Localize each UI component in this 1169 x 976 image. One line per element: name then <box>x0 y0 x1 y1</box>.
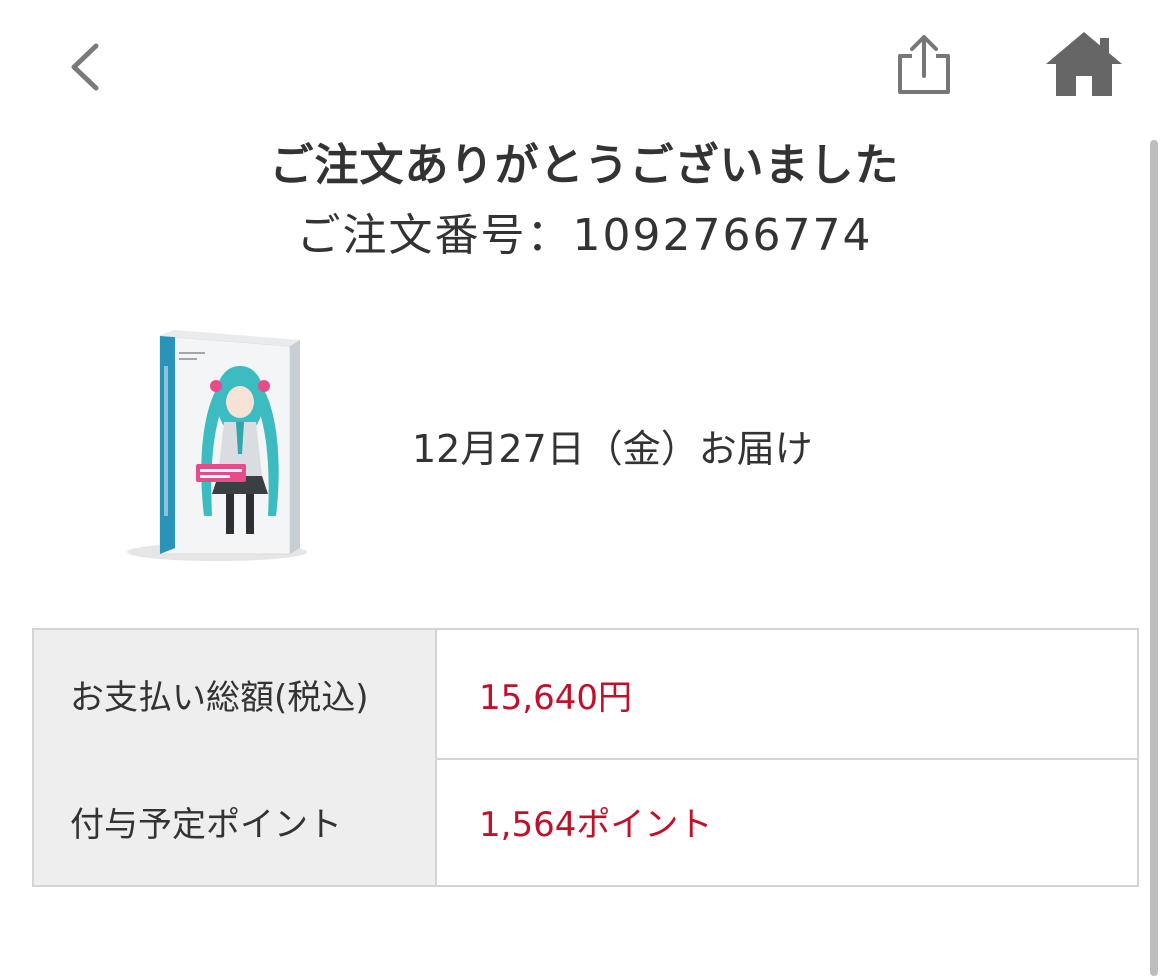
order-summary-table: お支払い総額(税込) 15,640円 付与予定ポイント 1,564ポイント <box>32 628 1139 887</box>
total-payment-value: 15,640円 <box>479 677 632 718</box>
product-image[interactable] <box>112 326 312 566</box>
home-icon <box>1046 32 1122 96</box>
chevron-left-icon <box>71 43 99 91</box>
back-button[interactable] <box>62 38 110 96</box>
page-title: ご注文ありがとうございました <box>269 140 900 191</box>
delivery-date: 12月27日（金）お届け <box>412 427 813 471</box>
points-value: 1,564ポイント <box>479 805 713 845</box>
points-label: 付与予定ポイント <box>34 758 437 885</box>
product-box-image <box>127 330 307 561</box>
top-navigation-bar <box>0 0 1169 130</box>
order-number-line: ご注文番号：1092766774 <box>0 206 1169 266</box>
share-icon <box>898 35 950 94</box>
home-button[interactable] <box>1042 28 1126 100</box>
order-number: 1092766774 <box>572 210 873 261</box>
order-number-label: ご注文番号： <box>296 210 573 261</box>
total-payment-row: お支払い総額(税込) 15,640円 <box>34 630 1137 760</box>
share-button[interactable] <box>888 32 960 98</box>
total-payment-label: お支払い総額(税込) <box>34 630 437 758</box>
points-row: 付与予定ポイント 1,564ポイント <box>34 758 1137 885</box>
